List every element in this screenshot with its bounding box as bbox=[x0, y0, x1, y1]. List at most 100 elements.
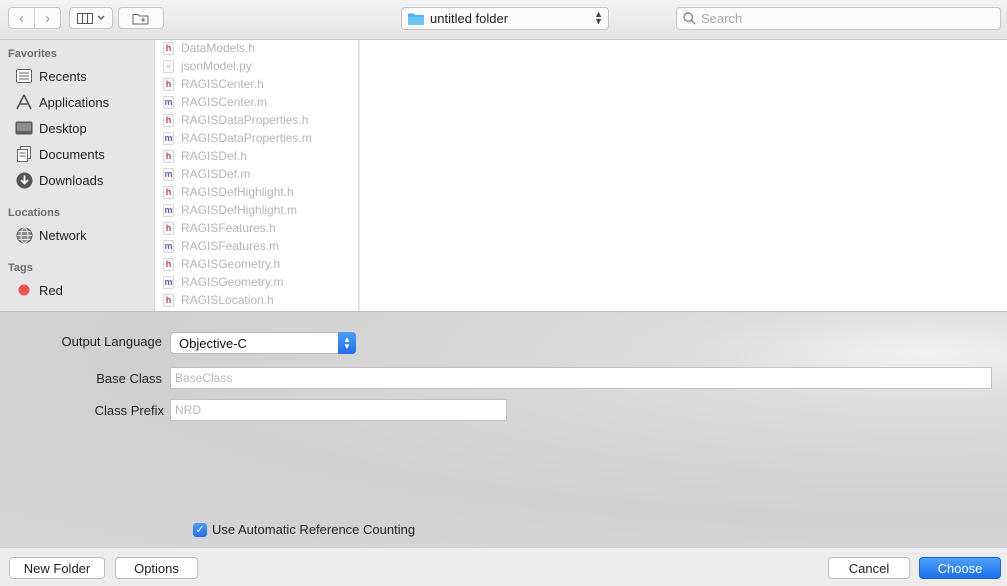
location-popup[interactable]: untitled folder ▲ ▼ bbox=[401, 7, 609, 30]
objc-file-icon: m bbox=[163, 203, 174, 217]
search-input[interactable] bbox=[701, 11, 991, 26]
objc-file-icon: m bbox=[163, 95, 174, 109]
header-file-icon: h bbox=[163, 113, 174, 127]
output-language-label: Output Language bbox=[61, 334, 162, 349]
cancel-button[interactable]: Cancel bbox=[828, 557, 910, 579]
base-class-field[interactable] bbox=[170, 367, 992, 389]
objc-file-icon: m bbox=[163, 239, 174, 253]
file-name: RAGISCenter.m bbox=[181, 95, 268, 109]
objc-file-icon: m bbox=[163, 275, 174, 289]
sidebar-item-label: Downloads bbox=[39, 172, 104, 188]
file-name: RAGISGeometry.h bbox=[181, 257, 281, 271]
sidebar-item-label: Recents bbox=[39, 68, 87, 84]
header-file-icon: h bbox=[163, 185, 174, 199]
arc-checkbox[interactable]: ✓ bbox=[193, 522, 207, 537]
file-row[interactable]: h RAGISFeatures.h bbox=[163, 219, 276, 237]
file-row[interactable]: m RAGISDef.m bbox=[163, 165, 250, 183]
file-name: RAGISFeatures.h bbox=[181, 221, 276, 235]
arc-label: Use Automatic Reference Counting bbox=[212, 522, 416, 537]
file-name: RAGISDef.m bbox=[181, 167, 251, 181]
back-button[interactable]: ‹ bbox=[9, 8, 34, 28]
arc-checkbox-row[interactable]: ✓ Use Automatic Reference Counting bbox=[193, 522, 415, 537]
header-file-icon: h bbox=[163, 77, 174, 91]
desktop-icon bbox=[14, 119, 34, 137]
file-name: RAGISLocation.h bbox=[181, 293, 274, 307]
new-folder-button[interactable]: New Folder bbox=[9, 557, 105, 579]
file-row[interactable]: h RAGISDataProperties.h bbox=[163, 111, 308, 129]
options-button[interactable]: Options bbox=[115, 557, 198, 579]
file-name: RAGISCenter.h bbox=[181, 77, 264, 91]
chevron-down-icon bbox=[97, 15, 105, 20]
file-name: RAGISDef.h bbox=[181, 149, 248, 163]
columns-view-icon bbox=[77, 12, 93, 24]
sidebar-item-label: Desktop bbox=[39, 120, 87, 136]
tags-header: Tags bbox=[8, 262, 33, 274]
location-label: untitled folder bbox=[430, 11, 509, 26]
file-row[interactable]: m RAGISDefHighlight.m bbox=[163, 201, 297, 219]
updown-arrows-icon: ▲ ▼ bbox=[338, 332, 356, 354]
new-folder-toolbar-button[interactable] bbox=[118, 7, 164, 29]
downloads-icon bbox=[14, 171, 34, 189]
file-row[interactable]: m RAGISCenter.m bbox=[163, 93, 267, 111]
documents-icon bbox=[14, 145, 34, 163]
sidebar-item-recents[interactable]: Recents bbox=[14, 65, 87, 87]
file-name: jsonModel.py bbox=[181, 59, 252, 73]
sidebar-item-network[interactable]: Network bbox=[14, 224, 87, 246]
locations-header: Locations bbox=[8, 207, 60, 219]
output-language-value: Objective-C bbox=[179, 335, 247, 351]
sidebar-item-desktop[interactable]: Desktop bbox=[14, 117, 87, 139]
file-name: RAGISDataProperties.h bbox=[181, 113, 309, 127]
file-row[interactable]: m RAGISFeatures.m bbox=[163, 237, 279, 255]
recents-icon bbox=[14, 67, 34, 85]
sidebar-item-label: Documents bbox=[39, 146, 105, 162]
sidebar-item-documents[interactable]: Documents bbox=[14, 143, 105, 165]
applications-icon bbox=[14, 93, 34, 111]
file-name: RAGISGeometry.m bbox=[181, 275, 284, 289]
sidebar-item-tag-red[interactable]: Red bbox=[14, 279, 63, 301]
sidebar-item-downloads[interactable]: Downloads bbox=[14, 169, 103, 191]
file-row[interactable]: m RAGISGeometry.m bbox=[163, 273, 283, 291]
checkmark-icon: ✓ bbox=[195, 524, 205, 536]
file-row[interactable]: h RAGISGeometry.h bbox=[163, 255, 280, 273]
bottom-bar: New Folder Options Cancel Choose bbox=[0, 547, 1007, 586]
search-field[interactable] bbox=[676, 7, 1001, 30]
file-name: RAGISFeatures.m bbox=[181, 239, 280, 253]
class-prefix-field[interactable] bbox=[170, 399, 507, 421]
file-name: DataModels.h bbox=[181, 41, 256, 55]
header-file-icon: h bbox=[163, 41, 174, 55]
output-language-select[interactable]: Objective-C ▲ ▼ bbox=[170, 332, 356, 354]
network-icon bbox=[14, 226, 34, 244]
sidebar-item-label: Network bbox=[39, 227, 87, 243]
file-row[interactable]: h RAGISLocation.h bbox=[163, 291, 274, 309]
file-name: RAGISDefHighlight.h bbox=[181, 185, 294, 199]
header-file-icon: h bbox=[163, 149, 174, 163]
file-row[interactable]: h RAGISDefHighlight.h bbox=[163, 183, 294, 201]
header-file-icon: h bbox=[163, 293, 174, 307]
chevron-right-icon: › bbox=[45, 9, 50, 27]
new-folder-icon bbox=[132, 13, 149, 24]
forward-button[interactable]: › bbox=[34, 8, 60, 28]
choose-button[interactable]: Choose bbox=[919, 557, 1001, 579]
accessory-panel: Output Language Objective-C ▲ ▼ Base Clas… bbox=[0, 311, 1007, 547]
header-file-icon: h bbox=[163, 221, 174, 235]
nav-buttons: ‹ › bbox=[8, 7, 61, 29]
file-row[interactable]: h DataModels.h bbox=[163, 40, 255, 57]
favorites-header: Favorites bbox=[8, 48, 57, 60]
file-name: RAGISDataProperties.m bbox=[181, 131, 312, 145]
preview-pane bbox=[360, 40, 1007, 311]
sidebar-item-applications[interactable]: Applications bbox=[14, 91, 109, 113]
view-mode-button[interactable] bbox=[69, 7, 113, 29]
file-row[interactable]: m RAGISDataProperties.m bbox=[163, 129, 312, 147]
sidebar: Favorites Recents Applications Desktop D… bbox=[0, 40, 155, 311]
file-row[interactable]: h RAGISCenter.h bbox=[163, 75, 264, 93]
file-row[interactable]: h RAGISDef.h bbox=[163, 147, 247, 165]
base-class-label: Base Class bbox=[96, 371, 162, 386]
red-tag-dot-icon bbox=[14, 281, 34, 299]
toolbar: ‹ › untitled folder ▲ ▼ bbox=[0, 0, 1007, 40]
file-row[interactable]: ▫ jsonModel.py bbox=[163, 57, 252, 75]
file-list: h DataModels.h ▫ jsonModel.py h RAGISCenter.h… bbox=[155, 40, 359, 311]
chevron-left-icon: ‹ bbox=[19, 9, 24, 27]
sidebar-item-label: Applications bbox=[39, 94, 110, 110]
updown-arrows-icon: ▲ ▼ bbox=[594, 9, 603, 26]
file-name: RAGISDefHighlight.m bbox=[181, 203, 298, 217]
